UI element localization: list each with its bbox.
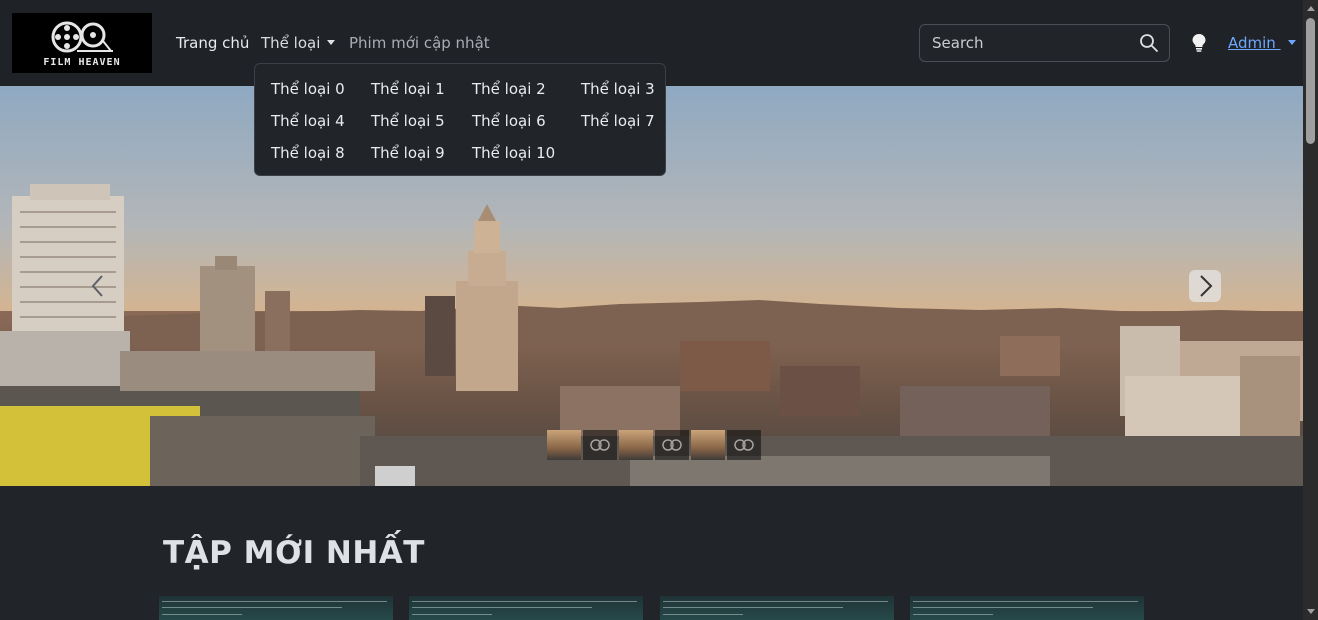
genre-dropdown-menu: Thể loại 0 Thể loại 1 Thể loại 2 Thể loạ… — [254, 63, 666, 176]
caret-down-icon — [327, 40, 336, 45]
carousel-indicator[interactable] — [655, 430, 689, 460]
episode-card[interactable] — [910, 596, 1144, 620]
user-menu-toggle[interactable]: Admin — [1228, 34, 1296, 52]
genre-item[interactable]: Thể loại 9 — [371, 144, 445, 162]
episode-card[interactable] — [660, 596, 894, 620]
episode-card[interactable] — [159, 596, 393, 620]
nav-genre-label: Thể loại — [261, 34, 321, 52]
genre-item[interactable]: Thể loại 0 — [271, 80, 345, 98]
nav-genre-dropdown-toggle[interactable]: Thể loại — [261, 34, 336, 52]
film-reel-logo-icon — [51, 21, 113, 52]
carousel-indicator-active[interactable] — [691, 430, 725, 460]
scrollbar-thumb[interactable] — [1306, 18, 1315, 144]
carousel-indicators — [547, 430, 761, 460]
search-icon[interactable] — [1139, 33, 1159, 53]
carousel-indicator[interactable] — [547, 430, 581, 460]
brand-logo[interactable]: FILM HEAVEN — [12, 13, 152, 73]
scroll-up-arrow-icon[interactable] — [1307, 6, 1315, 11]
episode-card[interactable] — [409, 596, 643, 620]
genre-item[interactable]: Thể loại 5 — [371, 112, 445, 130]
genre-item[interactable]: Thể loại 2 — [472, 80, 546, 98]
carousel-indicator[interactable] — [727, 430, 761, 460]
genre-item[interactable]: Thể loại 6 — [472, 112, 546, 130]
carousel-indicator[interactable] — [583, 430, 617, 460]
genre-item[interactable]: Thể loại 10 — [472, 144, 555, 162]
carousel-next-button[interactable] — [1189, 270, 1221, 302]
chevron-left-icon — [91, 275, 103, 297]
page: FILM HEAVEN Trang chủ Thể loại Phim mới … — [0, 0, 1318, 620]
carousel-indicator[interactable] — [619, 430, 653, 460]
scroll-down-arrow-icon[interactable] — [1307, 609, 1315, 614]
lightbulb-icon[interactable] — [1190, 33, 1208, 53]
genre-item[interactable]: Thể loại 8 — [271, 144, 345, 162]
caret-down-icon — [1287, 40, 1296, 45]
genre-item[interactable]: Thể loại 4 — [271, 112, 345, 130]
brand-logo-text: FILM HEAVEN — [43, 56, 121, 68]
user-name: Admin — [1228, 34, 1281, 52]
nav-new-movies-link[interactable]: Phim mới cập nhật — [349, 34, 490, 52]
genre-item[interactable]: Thể loại 7 — [581, 112, 655, 130]
film-reel-icon — [734, 439, 754, 451]
genre-item[interactable]: Thể loại 3 — [581, 80, 655, 98]
search-form — [919, 24, 1170, 62]
carousel-prev-button[interactable] — [84, 270, 112, 302]
film-reel-icon — [662, 439, 682, 451]
nav-home-link[interactable]: Trang chủ — [176, 34, 249, 52]
film-reel-icon — [590, 439, 610, 451]
chevron-right-icon — [1200, 275, 1213, 297]
page-scrollbar[interactable] — [1303, 0, 1318, 620]
section-title-latest: TẬP MỚI NHẤT — [163, 535, 425, 571]
genre-item[interactable]: Thể loại 1 — [371, 80, 445, 98]
search-input[interactable] — [920, 25, 1130, 61]
